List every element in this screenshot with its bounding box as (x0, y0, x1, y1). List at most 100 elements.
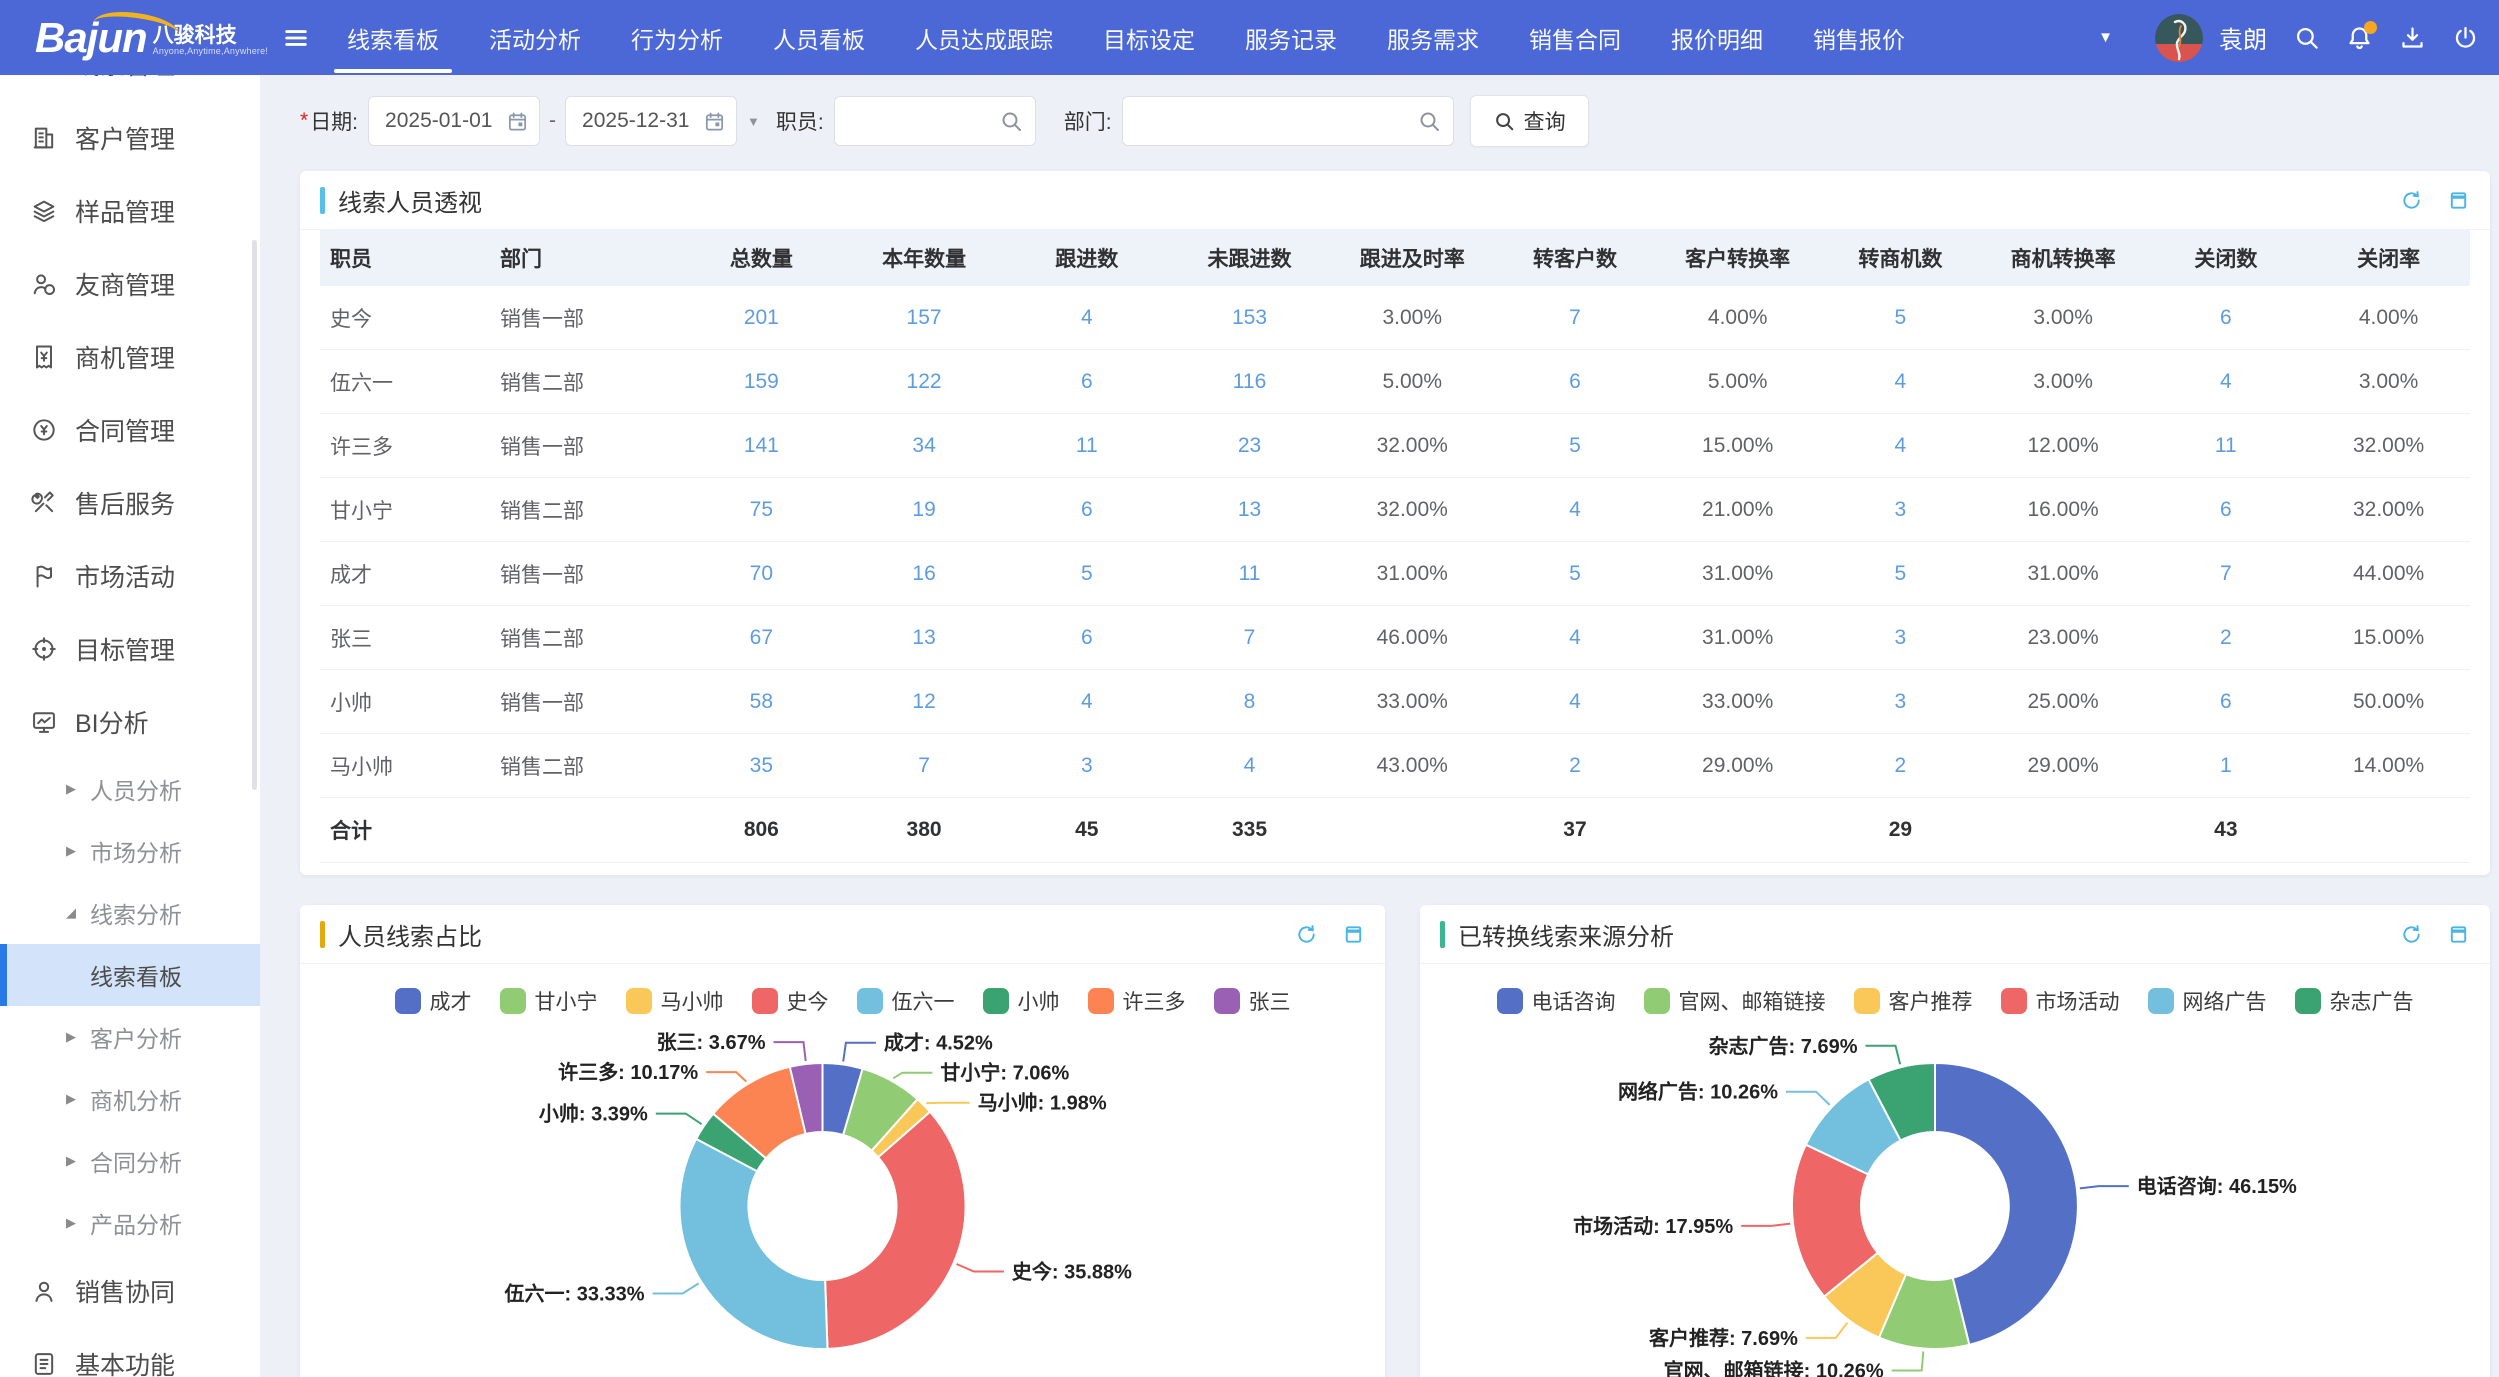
table-cell[interactable]: 16 (843, 542, 1006, 606)
legend-item[interactable]: 甘小宁 (500, 986, 598, 1016)
table-cell[interactable]: 4 (1494, 670, 1657, 734)
sidebar-item[interactable]: 售后服务 (0, 466, 260, 539)
magnifier-icon[interactable] (999, 109, 1023, 133)
legend-item[interactable]: 市场活动 (2001, 986, 2120, 1016)
table-cell[interactable]: 6 (2144, 478, 2307, 542)
window-icon[interactable] (2447, 923, 2470, 946)
nav-tab[interactable]: 目标设定 (1078, 0, 1220, 75)
legend-item[interactable]: 张三 (1214, 986, 1291, 1016)
table-cell[interactable]: 8 (1168, 670, 1331, 734)
table-cell[interactable]: 11 (1168, 542, 1331, 606)
sidebar-subitem[interactable]: ▶产品分析 (0, 1192, 260, 1254)
legend-item[interactable]: 网络广告 (2148, 986, 2267, 1016)
sidebar-item-clipped[interactable]: 线索管理 (0, 75, 260, 101)
table-cell[interactable]: 4 (1168, 734, 1331, 798)
download-icon[interactable] (2399, 24, 2426, 51)
legend-item[interactable]: 马小帅 (626, 986, 724, 1016)
table-cell[interactable]: 4 (1005, 286, 1168, 350)
table-cell[interactable]: 23 (1168, 414, 1331, 478)
window-icon[interactable] (1342, 923, 1365, 946)
window-icon[interactable] (2447, 189, 2470, 212)
table-cell[interactable]: 6 (2144, 670, 2307, 734)
nav-tab[interactable]: 人员达成跟踪 (890, 0, 1078, 75)
table-cell[interactable]: 35 (680, 734, 843, 798)
hamburger-icon[interactable] (282, 24, 310, 52)
legend-item[interactable]: 成才 (395, 986, 472, 1016)
sidebar-subitem[interactable]: ▶商机分析 (0, 1068, 260, 1130)
legend-item[interactable]: 伍六一 (857, 986, 955, 1016)
table-cell[interactable]: 58 (680, 670, 843, 734)
nav-tab[interactable]: 行为分析 (606, 0, 748, 75)
table-cell[interactable]: 6 (1494, 350, 1657, 414)
table-cell[interactable]: 3 (1819, 606, 1982, 670)
table-cell[interactable]: 19 (843, 478, 1006, 542)
table-cell[interactable]: 6 (1005, 606, 1168, 670)
table-cell[interactable]: 153 (1168, 286, 1331, 350)
caret-down-icon[interactable]: ▼ (2098, 29, 2113, 46)
table-cell[interactable]: 3 (1819, 478, 1982, 542)
table-cell[interactable]: 5 (1005, 542, 1168, 606)
nav-tab[interactable]: 活动分析 (464, 0, 606, 75)
table-cell[interactable]: 7 (843, 734, 1006, 798)
sidebar-item[interactable]: 基本功能 (0, 1327, 260, 1377)
table-cell[interactable]: 122 (843, 350, 1006, 414)
table-cell[interactable]: 6 (1005, 478, 1168, 542)
dept-search-input[interactable] (1137, 108, 1409, 134)
date-from-input[interactable]: 2025-01-01 (368, 96, 540, 146)
search-icon[interactable] (2293, 24, 2320, 51)
legend-item[interactable]: 史今 (752, 986, 829, 1016)
table-cell[interactable]: 4 (2144, 350, 2307, 414)
table-cell[interactable]: 12 (843, 670, 1006, 734)
sidebar-item[interactable]: 友商管理 (0, 247, 260, 320)
table-cell[interactable]: 67 (680, 606, 843, 670)
table-cell[interactable]: 7 (1168, 606, 1331, 670)
table-cell[interactable]: 11 (1005, 414, 1168, 478)
query-button[interactable]: 查询 (1470, 95, 1589, 147)
table-cell[interactable]: 141 (680, 414, 843, 478)
table-cell[interactable]: 11 (2144, 414, 2307, 478)
table-cell[interactable]: 159 (680, 350, 843, 414)
nav-tab[interactable]: 线索看板 (322, 0, 464, 75)
legend-item[interactable]: 电话咨询 (1497, 986, 1616, 1016)
legend-item[interactable]: 小帅 (983, 986, 1060, 1016)
nav-tab[interactable]: 人员看板 (748, 0, 890, 75)
table-cell[interactable]: 6 (2144, 286, 2307, 350)
table-cell[interactable]: 4 (1819, 350, 1982, 414)
nav-tab[interactable]: 销售报价 (1788, 0, 1930, 75)
table-cell[interactable]: 3 (1819, 670, 1982, 734)
avatar[interactable] (2155, 14, 2203, 62)
table-cell[interactable]: 116 (1168, 350, 1331, 414)
table-cell[interactable]: 4 (1819, 414, 1982, 478)
legend-item[interactable]: 客户推荐 (1854, 986, 1973, 1016)
sidebar-item[interactable]: 商机管理 (0, 320, 260, 393)
legend-item[interactable]: 许三多 (1088, 986, 1186, 1016)
table-cell[interactable]: 5 (1494, 542, 1657, 606)
sidebar-subitem[interactable]: ▶人员分析 (0, 758, 260, 820)
table-cell[interactable]: 7 (2144, 542, 2307, 606)
nav-tab[interactable]: 销售合同 (1504, 0, 1646, 75)
table-cell[interactable]: 5 (1494, 414, 1657, 478)
sidebar-scrollbar[interactable] (252, 240, 257, 790)
refresh-icon[interactable] (2400, 923, 2423, 946)
legend-item[interactable]: 官网、邮箱链接 (1644, 986, 1826, 1016)
table-cell[interactable]: 157 (843, 286, 1006, 350)
nav-tab[interactable]: 服务记录 (1220, 0, 1362, 75)
table-cell[interactable]: 75 (680, 478, 843, 542)
nav-tab[interactable]: 报价明细 (1646, 0, 1788, 75)
sidebar-subitem[interactable]: ▶合同分析 (0, 1130, 260, 1192)
table-cell[interactable]: 5 (1819, 286, 1982, 350)
table-cell[interactable]: 2 (1819, 734, 1982, 798)
table-cell[interactable]: 34 (843, 414, 1006, 478)
table-cell[interactable]: 1 (2144, 734, 2307, 798)
table-cell[interactable]: 13 (1168, 478, 1331, 542)
table-cell[interactable]: 70 (680, 542, 843, 606)
sidebar-item[interactable]: 合同管理 (0, 393, 260, 466)
date-to-input[interactable]: 2025-12-31 (565, 96, 737, 146)
sidebar-item[interactable]: 客户管理 (0, 101, 260, 174)
sidebar-subitem[interactable]: ▶客户分析 (0, 1006, 260, 1068)
table-cell[interactable]: 2 (1494, 734, 1657, 798)
sidebar-item[interactable]: 市场活动 (0, 539, 260, 612)
sidebar-subitem[interactable]: ◢线索分析 (0, 882, 260, 944)
sidebar-subitem[interactable]: 线索看板 (0, 944, 260, 1006)
date-caret-down-icon[interactable]: ▼ (747, 114, 760, 129)
